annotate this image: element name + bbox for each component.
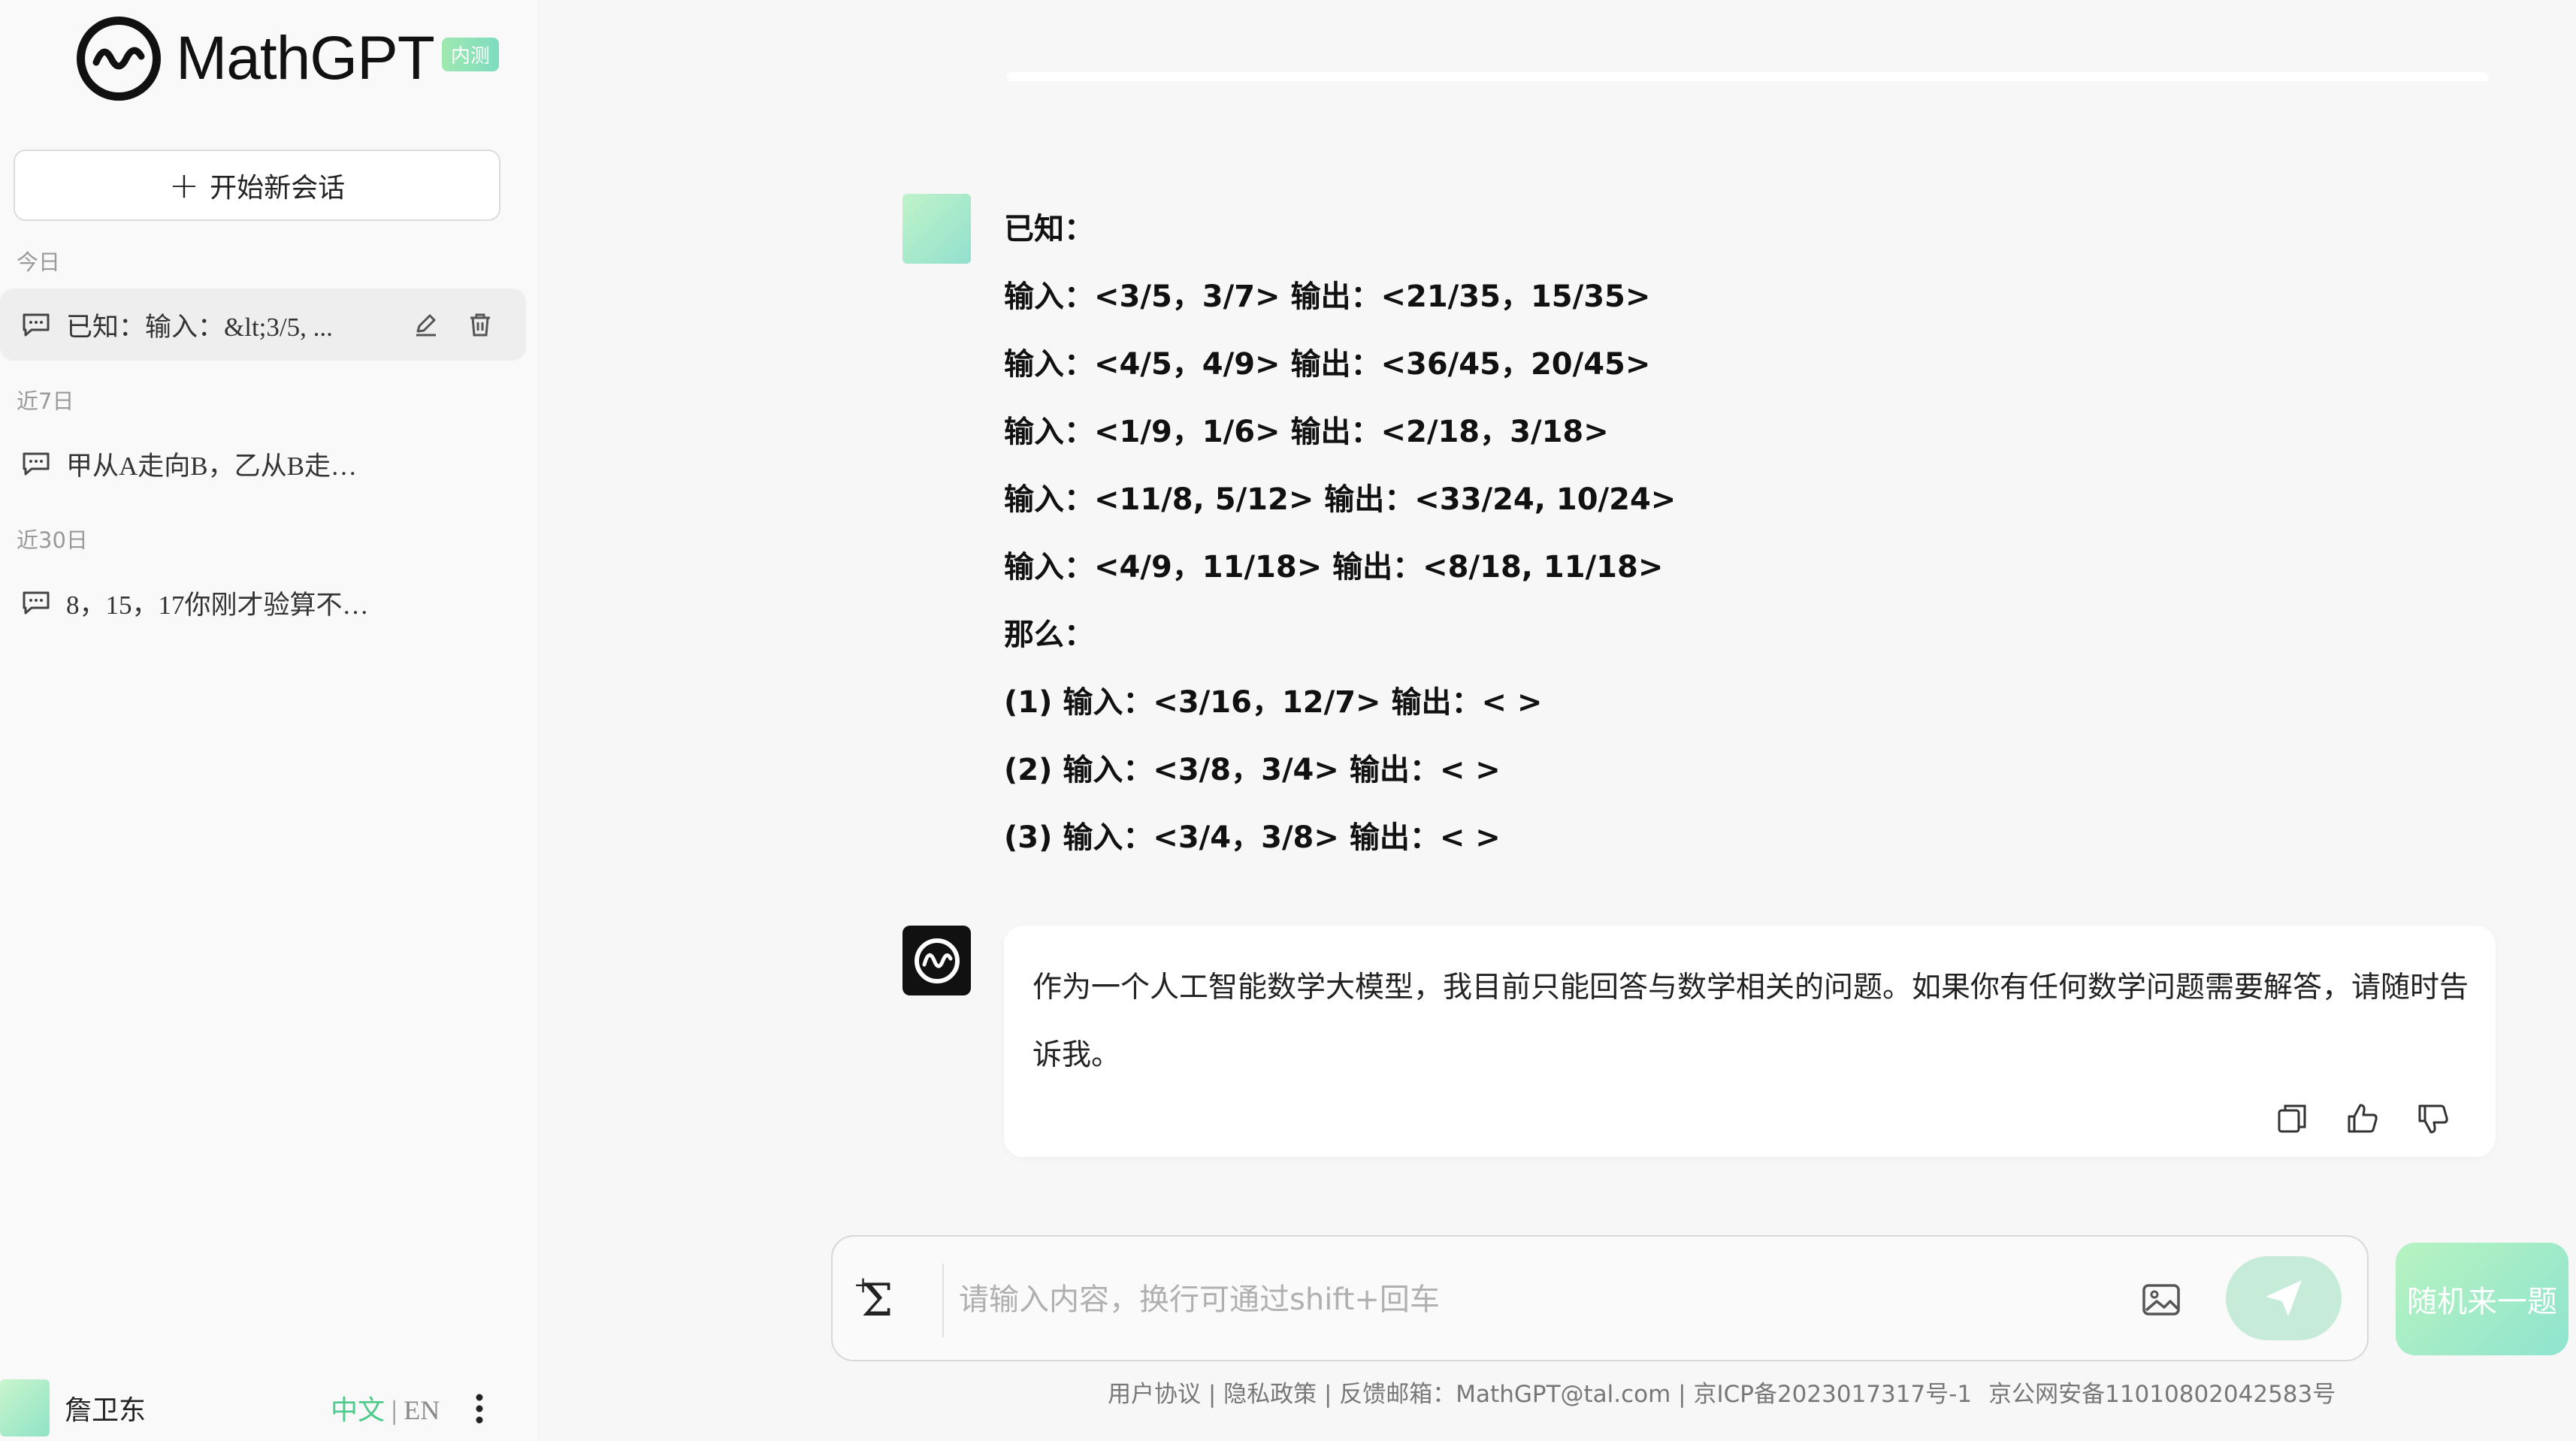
user-bar: 詹卫东 中文 | EN bbox=[0, 1379, 539, 1436]
thumbs-up-icon[interactable] bbox=[2345, 1101, 2380, 1136]
message-line: 输入：<1/9，1/6> 输出：<2/18，3/18> bbox=[1004, 415, 1609, 449]
chat-bubble-icon bbox=[23, 591, 50, 615]
send-button[interactable] bbox=[2226, 1256, 2342, 1340]
message-line: 那么： bbox=[1004, 618, 1094, 652]
send-icon bbox=[2266, 1280, 2302, 1316]
language-switch: 中文 | EN bbox=[331, 1388, 440, 1427]
history-item-title: 甲从A走向B，乙从B走向A。... bbox=[66, 451, 382, 481]
footer: 用户协议 | 隐私政策 | 反馈邮箱：MathGPT@tal.com | 京IC… bbox=[1108, 1375, 2336, 1409]
random-question-button[interactable]: 随机来一题 bbox=[2396, 1243, 2568, 1355]
more-vertical-icon[interactable] bbox=[473, 1393, 485, 1424]
new-chat-label: 开始新会话 bbox=[210, 172, 346, 204]
mathgpt-logo-icon bbox=[77, 17, 161, 101]
lang-separator: | bbox=[392, 1395, 398, 1425]
copy-icon[interactable] bbox=[2275, 1101, 2309, 1136]
bot-avatar bbox=[903, 926, 971, 995]
chat-bubble-icon bbox=[23, 452, 50, 476]
logo[interactable]: MathGPT 内测 bbox=[77, 17, 499, 101]
plus-icon: + bbox=[168, 164, 200, 207]
group-label-7days: 近7日 bbox=[17, 388, 74, 414]
history-item-title: 已知：输入：&lt;3/5, ... bbox=[66, 312, 333, 342]
user-message: 已知： 输入：<3/5，3/7> 输出：<21/35，15/35> 输入：<4/… bbox=[1004, 203, 1906, 879]
previous-message-edge bbox=[1007, 72, 2489, 81]
formula-plus: + bbox=[854, 1272, 873, 1298]
message-line: (3) 输入：<3/4，3/8> 输出：< > bbox=[1004, 820, 1501, 855]
thumbs-down-icon[interactable] bbox=[2416, 1101, 2451, 1136]
user-name: 詹卫东 bbox=[65, 1395, 147, 1426]
mathgpt-logo-icon bbox=[914, 938, 960, 983]
footer-police-record[interactable]: 京公网安备11010802042583号 bbox=[1988, 1375, 2336, 1409]
trash-icon[interactable] bbox=[467, 312, 493, 337]
message-line: (1) 输入：<3/16，12/7> 输出：< > bbox=[1004, 685, 1543, 720]
beta-badge: 内测 bbox=[441, 37, 499, 71]
sidebar: MathGPT 内测 + 开始新会话 今日 已知：输入：&lt;3/5, ...… bbox=[0, 0, 539, 1441]
new-chat-button[interactable]: + 开始新会话 bbox=[14, 150, 500, 221]
message-line: 已知： bbox=[1004, 212, 1094, 246]
divider bbox=[942, 1264, 944, 1337]
image-upload-icon[interactable] bbox=[2140, 1279, 2182, 1321]
history-item-title: 8，15，17你刚才验算不是说... bbox=[66, 590, 382, 620]
chat-input[interactable] bbox=[959, 1276, 2011, 1324]
user-avatar bbox=[903, 194, 971, 264]
lang-zh[interactable]: 中文 bbox=[331, 1395, 385, 1426]
message-line: (2) 输入：<3/8，3/4> 输出：< > bbox=[1004, 753, 1501, 787]
lang-en[interactable]: EN bbox=[404, 1395, 440, 1425]
chat-input-box: + Σ bbox=[831, 1235, 2369, 1361]
history-item[interactable]: 甲从A走向B，乙从B走向A。... bbox=[0, 427, 526, 500]
history-item[interactable]: 已知：输入：&lt;3/5, ... bbox=[0, 289, 526, 361]
bot-message: 作为一个人工智能数学大模型，我目前只能回答与数学相关的问题。如果你有任何数学问题… bbox=[1004, 926, 2496, 1157]
group-label-30days: 近30日 bbox=[17, 527, 88, 553]
edit-icon[interactable] bbox=[413, 312, 439, 337]
app-name: MathGPT bbox=[176, 24, 435, 92]
message-line: 输入：<4/9，11/18> 输出：<8/18, 11/18> bbox=[1004, 550, 1664, 585]
chat-bubble-icon bbox=[23, 313, 50, 337]
message-line: 输入：<4/5，4/9> 输出：<36/45，20/45> bbox=[1004, 347, 1651, 382]
message-line: 输入：<3/5，3/7> 输出：<21/35，15/35> bbox=[1004, 279, 1651, 314]
footer-links[interactable]: 用户协议 | 隐私政策 | 反馈邮箱：MathGPT@tal.com | 京IC… bbox=[1108, 1375, 1972, 1409]
formula-button[interactable]: + Σ bbox=[854, 1272, 914, 1327]
group-label-today: 今日 bbox=[17, 249, 61, 275]
avatar[interactable] bbox=[0, 1379, 50, 1436]
history-item[interactable]: 8，15，17你刚才验算不是说... bbox=[0, 566, 526, 639]
message-line: 输入：<11/8, 5/12> 输出：<33/24, 10/24> bbox=[1004, 482, 1677, 517]
bot-message-text: 作为一个人工智能数学大模型，我目前只能回答与数学相关的问题。如果你有任何数学问题… bbox=[1033, 971, 2469, 1072]
